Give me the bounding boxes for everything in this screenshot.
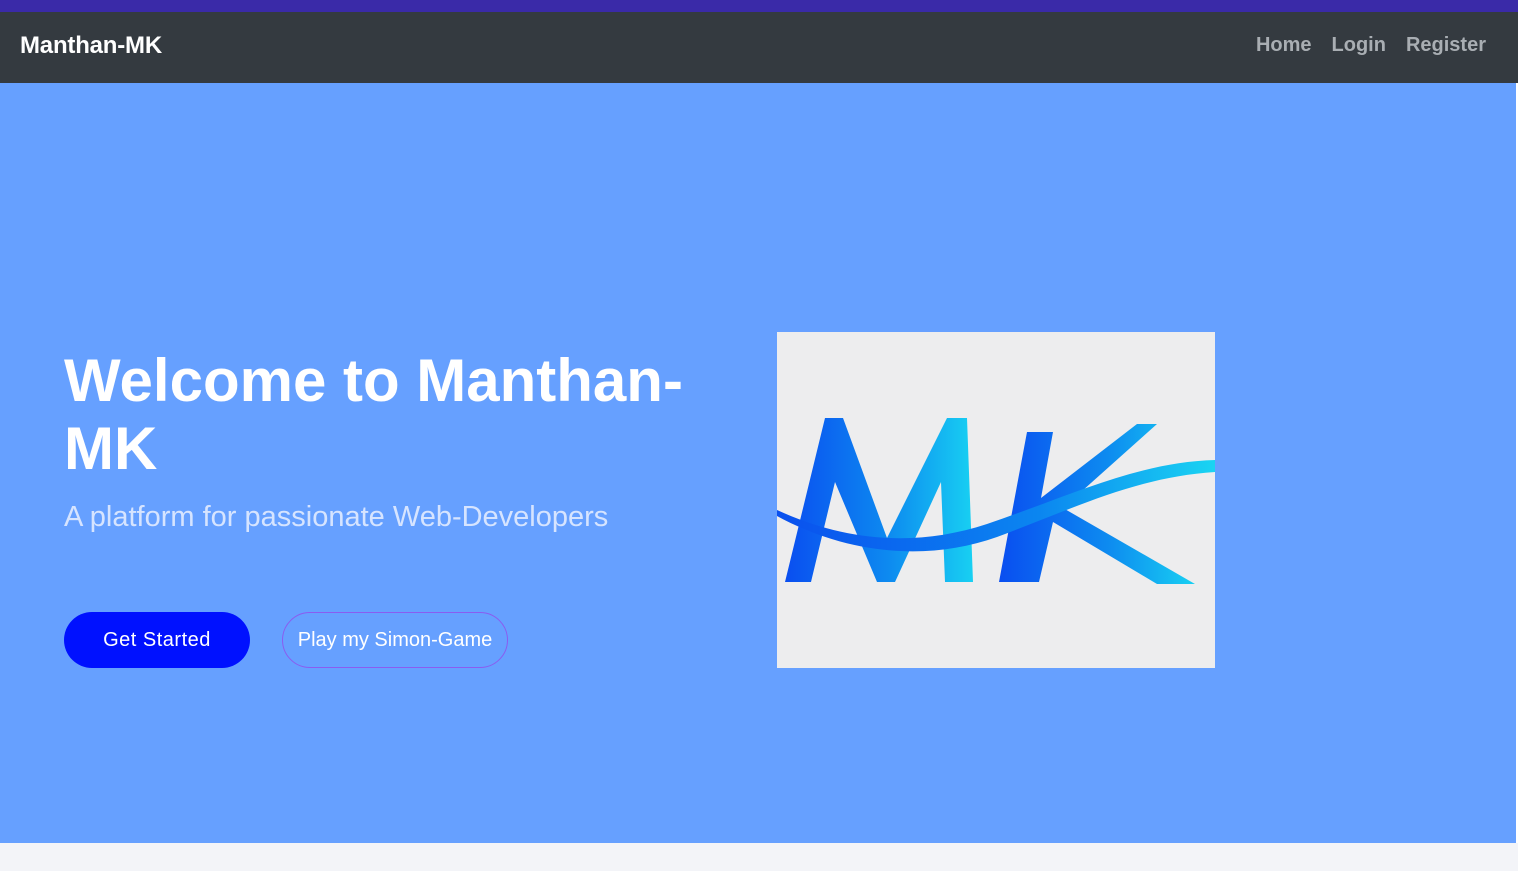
nav-link-login[interactable]: Login <box>1332 34 1386 57</box>
nav-link-register[interactable]: Register <box>1406 34 1486 57</box>
navbar-brand[interactable]: Manthan-MK <box>20 32 162 60</box>
top-accent-strip <box>0 0 1518 12</box>
hero-section: Welcome to Manthan-MK A platform for pas… <box>0 83 1516 843</box>
simon-game-button[interactable]: Play my Simon-Game <box>282 612 508 668</box>
nav-links: Home Login Register <box>1256 34 1486 57</box>
get-started-button[interactable]: Get Started <box>64 612 250 668</box>
mk-logo-image <box>777 332 1215 668</box>
navbar: Manthan-MK Home Login Register <box>0 12 1518 83</box>
nav-link-home[interactable]: Home <box>1256 34 1312 57</box>
hero-subtitle: A platform for passionate Web-Developers <box>64 501 609 533</box>
hero-title: Welcome to Manthan-MK <box>64 347 683 482</box>
mk-wave-logo-icon <box>777 418 1215 584</box>
